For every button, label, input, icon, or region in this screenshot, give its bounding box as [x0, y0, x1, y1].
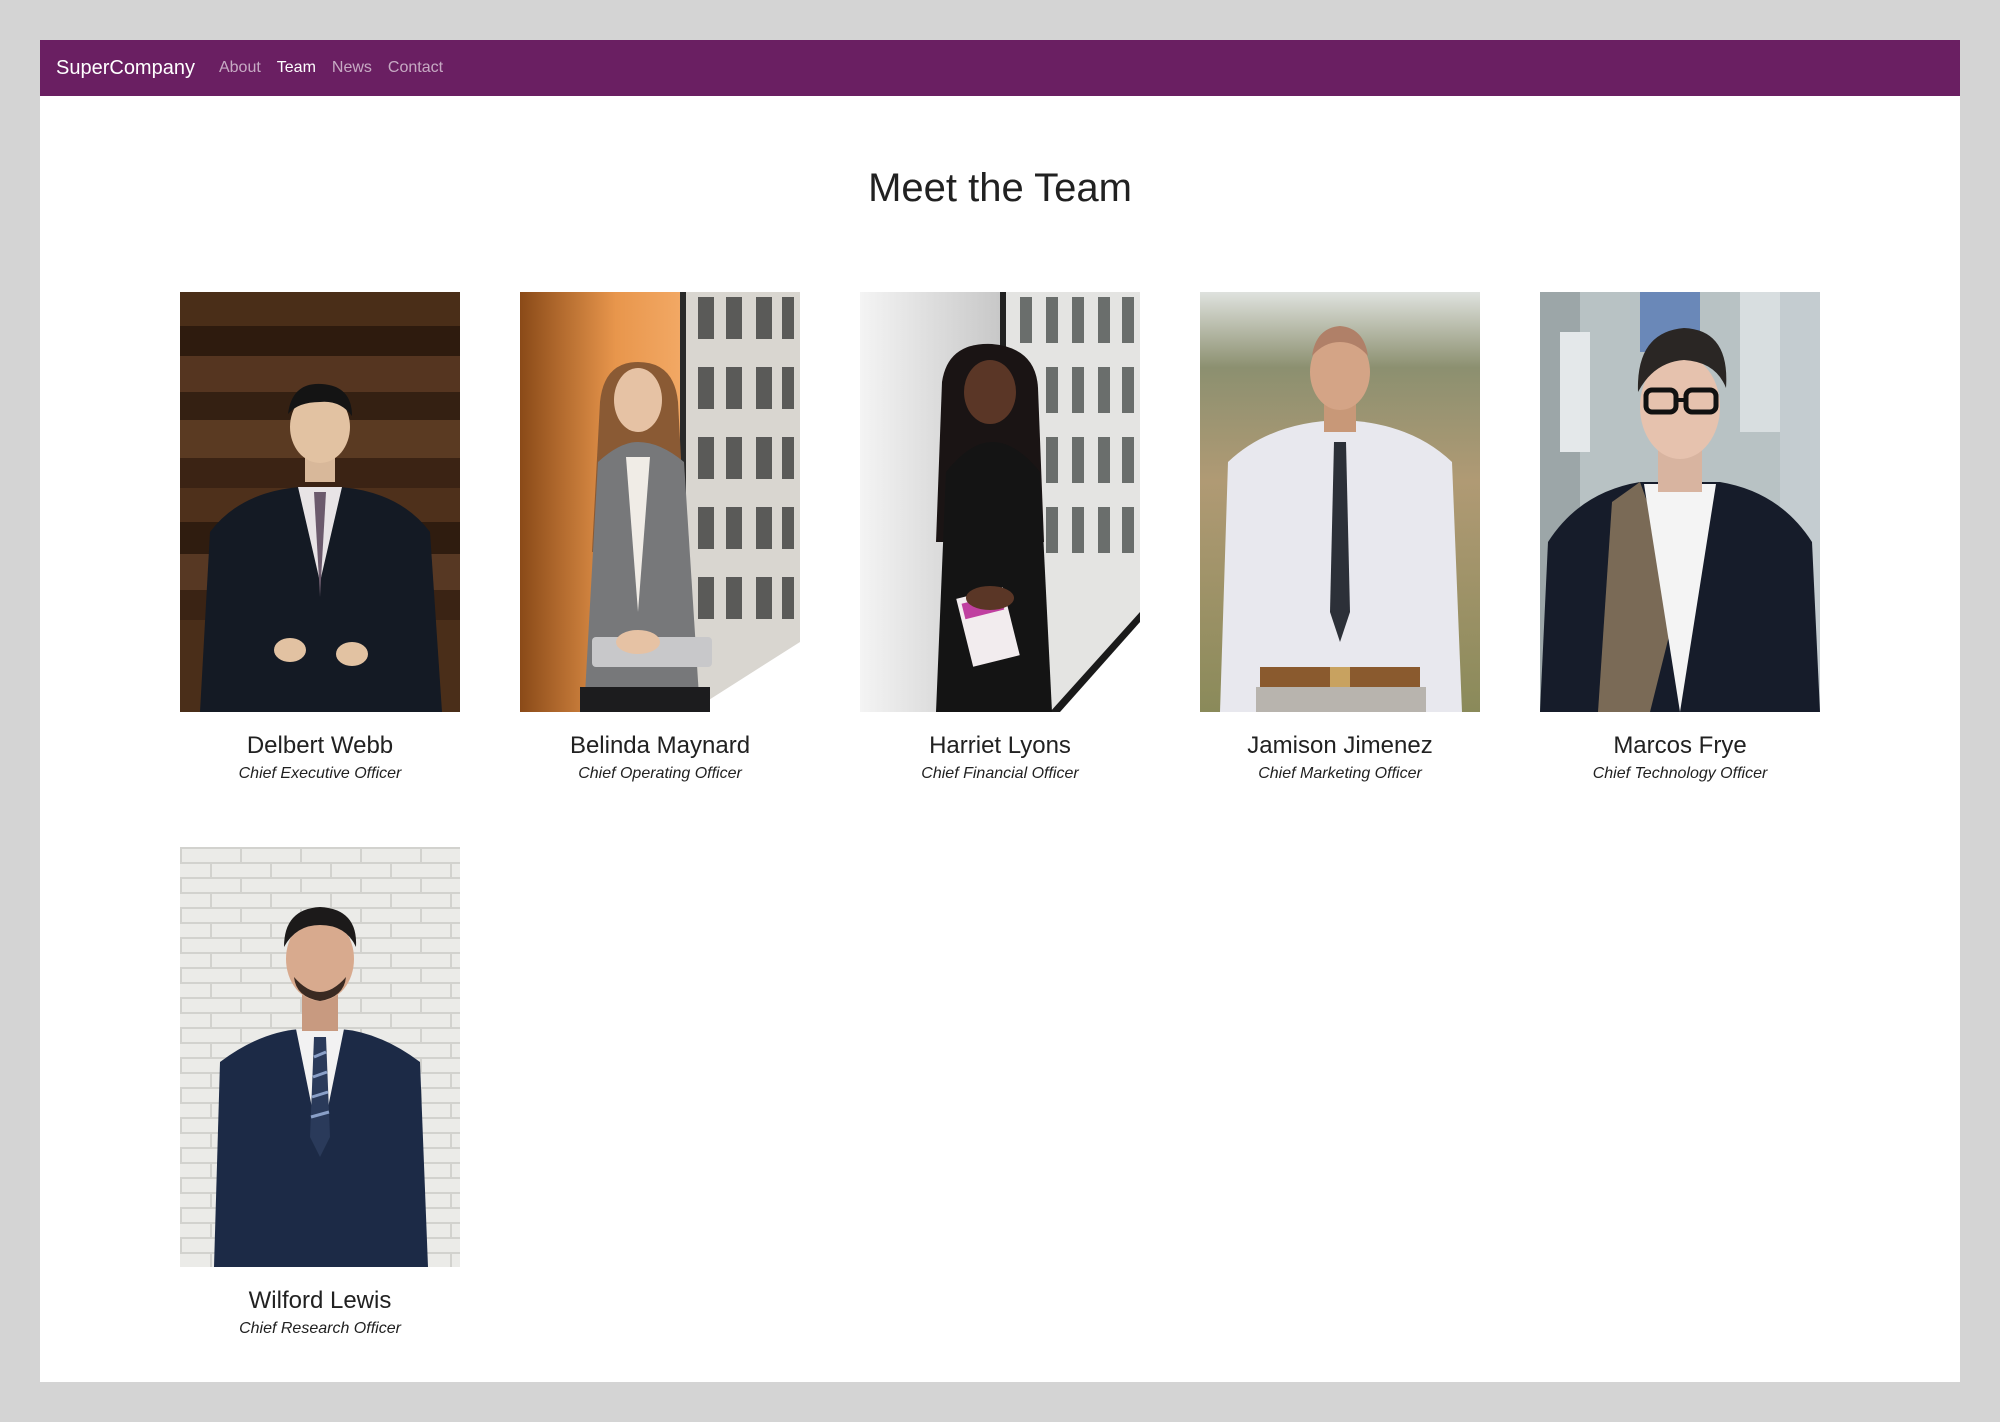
- team-member-photo: [1540, 292, 1820, 712]
- nav-link-team[interactable]: Team: [277, 59, 316, 77]
- team-member-card: Harriet Lyons Chief Financial Officer: [860, 292, 1140, 784]
- team-member-role: Chief Marketing Officer: [1258, 765, 1422, 782]
- team-member-card: Jamison Jimenez Chief Marketing Officer: [1200, 292, 1480, 784]
- team-member-card: Wilford Lewis Chief Research Officer: [180, 847, 460, 1339]
- team-member-role: Chief Technology Officer: [1592, 765, 1768, 782]
- team-member-name: Wilford Lewis: [248, 1287, 392, 1314]
- team-member-photo: [180, 847, 460, 1267]
- page-title: Meet the Team: [868, 166, 1132, 210]
- nav-link-news[interactable]: News: [332, 59, 372, 77]
- team-member-name: Jamison Jimenez: [1247, 732, 1433, 759]
- team-member-photo: [860, 292, 1140, 712]
- team-member-name: Delbert Webb: [246, 732, 394, 759]
- brand-logo-link[interactable]: SuperCompany: [56, 57, 195, 80]
- team-member-role: Chief Financial Officer: [921, 765, 1079, 782]
- navbar: SuperCompany About Team News Contact: [40, 40, 1960, 96]
- team-member-card: Marcos Frye Chief Technology Officer: [1540, 292, 1820, 784]
- team-member-card: Delbert Webb Chief Executive Officer: [180, 292, 460, 784]
- nav-link-contact[interactable]: Contact: [388, 59, 443, 77]
- team-member-role: Chief Operating Officer: [578, 765, 742, 782]
- nav-link-about[interactable]: About: [219, 59, 261, 77]
- team-member-role: Chief Executive Officer: [238, 765, 402, 782]
- team-member-name: Harriet Lyons: [929, 732, 1071, 759]
- team-member-name: Marcos Frye: [1613, 732, 1747, 759]
- browser-viewport: SuperCompany About Team News Contact Mee…: [40, 40, 1960, 1382]
- team-member-card: Belinda Maynard Chief Operating Officer: [520, 292, 800, 784]
- team-member-photo: [180, 292, 460, 712]
- team-member-photo: [1200, 292, 1480, 712]
- team-member-name: Belinda Maynard: [569, 732, 751, 759]
- team-member-role: Chief Research Officer: [239, 1320, 401, 1337]
- team-member-photo: [520, 292, 800, 712]
- nav-links: About Team News Contact: [219, 59, 443, 77]
